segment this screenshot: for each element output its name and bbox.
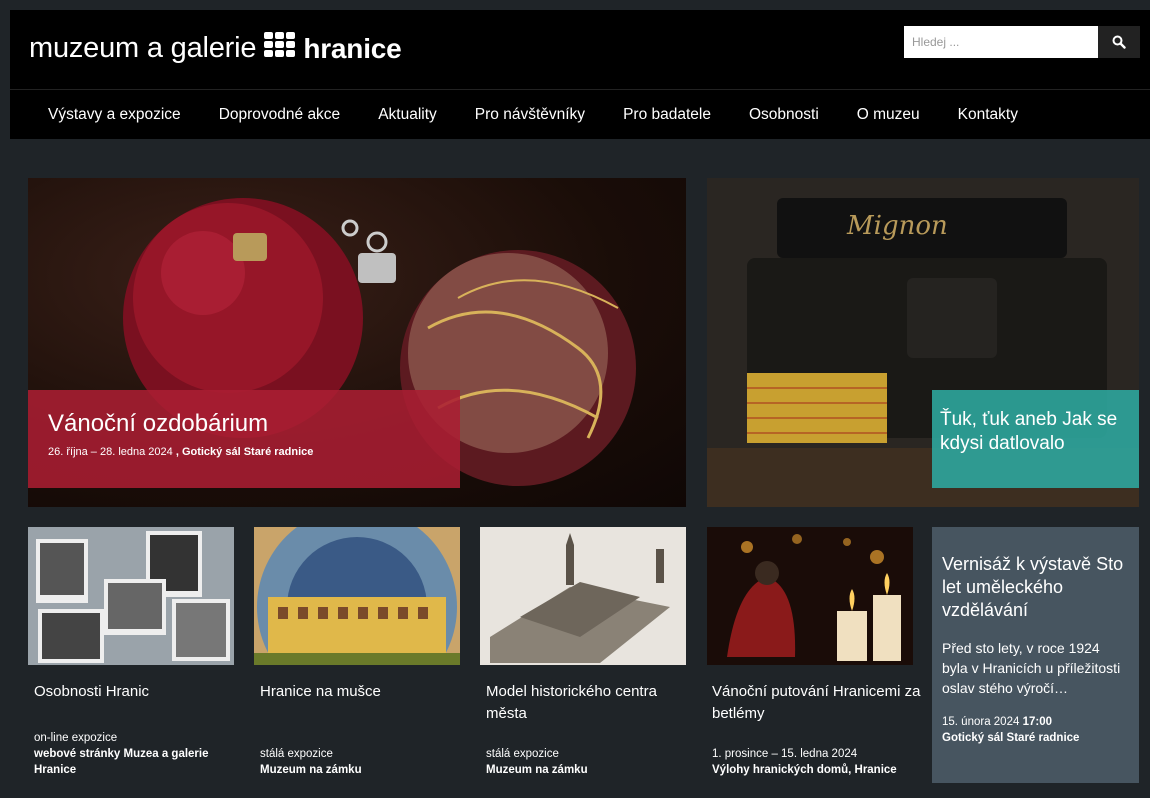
- tile-image-betlemy[interactable]: [707, 527, 913, 665]
- side-event-time: 17:00: [1022, 716, 1052, 728]
- tile-title-hranice-na-musce[interactable]: Hranice na mušce: [260, 681, 455, 703]
- hero-title-typewriter: Ťuk, ťuk aneb Jak se kdysi datlovalo: [940, 409, 1118, 454]
- tile-meta-betlemy: 1. prosince – 15. ledna 2024 Výlohy hran…: [712, 746, 922, 778]
- nav-item-o-muzeu[interactable]: O muzeu: [857, 106, 920, 124]
- search-icon: [1112, 35, 1126, 49]
- tile-title-model-mesta[interactable]: Model historického centra města: [486, 681, 686, 725]
- tile-meta-hranice-na-musce: stálá expozice Muzeum na zámku: [260, 746, 460, 778]
- site-logo[interactable]: muzeum a galerie hranice: [29, 32, 402, 65]
- search-input[interactable]: [904, 26, 1098, 58]
- tile-meta-osobnosti: on-line expozice webové stránky Muzea a …: [34, 730, 234, 778]
- tile-image-osobnosti[interactable]: [28, 527, 234, 665]
- tile-image-model-mesta[interactable]: [480, 527, 686, 665]
- nav-item-kontakty[interactable]: Kontakty: [958, 106, 1018, 124]
- logo-text-secondary: hranice: [303, 32, 402, 64]
- tile-type: 1. prosince – 15. ledna 2024: [712, 748, 858, 760]
- side-event-description: Před sto lety, v roce 1924 byla v Hranic…: [942, 640, 1121, 696]
- nav-item-pro-badatele[interactable]: Pro badatele: [623, 106, 711, 124]
- tile-title-betlemy[interactable]: Vánoční putování Hranicemi za betlémy: [712, 681, 922, 725]
- nav-item-osobnosti[interactable]: Osobnosti: [749, 106, 819, 124]
- tile-type: on-line expozice: [34, 732, 118, 744]
- tile-type: stálá expozice: [486, 748, 559, 760]
- hero-caption-ornaments[interactable]: Vánoční ozdobárium 26. října – 28. ledna…: [28, 390, 460, 488]
- search-button[interactable]: [1098, 26, 1140, 58]
- side-event-box[interactable]: Vernisáž k výstavě Sto let uměleckého vz…: [932, 527, 1139, 783]
- side-event-title: Vernisáž k výstavě Sto let uměleckého vz…: [942, 554, 1124, 620]
- logo-text-primary: muzeum a galerie: [29, 32, 257, 64]
- main-nav: Výstavy a expozice Doprovodné akce Aktua…: [10, 89, 1150, 139]
- tile-place: Výlohy hranických domů, Hranice: [712, 764, 897, 776]
- hero-subtitle: 26. října – 28. ledna 2024 , Gotický sál…: [48, 446, 460, 458]
- logo-grid-icon: [264, 32, 296, 57]
- tile-image-hranice-na-musce[interactable]: [254, 527, 460, 665]
- side-event-date: 15. února 2024: [942, 716, 1020, 728]
- hero-date: 26. října – 28. ledna 2024: [48, 446, 173, 458]
- svg-text:Mignon: Mignon: [846, 211, 948, 241]
- side-event-place: Gotický sál Staré radnice: [942, 732, 1080, 744]
- tile-place: Muzeum na zámku: [486, 764, 588, 776]
- top-header: muzeum a galerie hranice: [10, 10, 1150, 89]
- side-event-meta: 15. února 2024 17:00 Gotický sál Staré r…: [942, 714, 1129, 746]
- hero-title: Vánoční ozdobárium: [48, 410, 269, 437]
- tile-type: stálá expozice: [260, 748, 333, 760]
- tile-meta-model-mesta: stálá expozice Muzeum na zámku: [486, 746, 686, 778]
- nav-item-doprovodne-akce[interactable]: Doprovodné akce: [219, 106, 341, 124]
- tile-place: webové stránky Muzea a galerie Hranice: [34, 748, 209, 776]
- hero-caption-typewriter[interactable]: Ťuk, ťuk aneb Jak se kdysi datlovalo: [932, 390, 1139, 488]
- nav-item-vystavy[interactable]: Výstavy a expozice: [48, 106, 181, 124]
- nav-item-pro-navstevniky[interactable]: Pro návštěvníky: [475, 106, 585, 124]
- hero-place: , Gotický sál Staré radnice: [175, 446, 314, 458]
- nav-item-aktuality[interactable]: Aktuality: [378, 106, 437, 124]
- tile-title-osobnosti[interactable]: Osobnosti Hranic: [34, 681, 229, 703]
- tile-place: Muzeum na zámku: [260, 764, 362, 776]
